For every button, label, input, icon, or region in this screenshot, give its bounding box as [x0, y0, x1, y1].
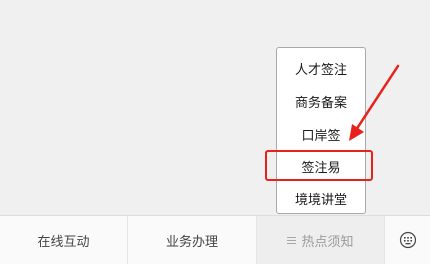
hamburger-menu-icon: [287, 235, 297, 246]
tab-label: 业务办理: [165, 234, 218, 250]
keyboard-toggle-button[interactable]: [385, 216, 430, 264]
tab-label: 在线互动: [37, 234, 90, 250]
keyboard-icon: [399, 231, 416, 249]
tab-online-interaction[interactable]: 在线互动: [0, 216, 128, 264]
tab-label: 热点须知: [301, 234, 354, 250]
tab-hot-topics[interactable]: 热点须知: [257, 216, 385, 264]
tab-business-handling[interactable]: 业务办理: [128, 216, 257, 264]
bottom-bar: 在线互动 业务办理 热点须知: [0, 215, 430, 264]
